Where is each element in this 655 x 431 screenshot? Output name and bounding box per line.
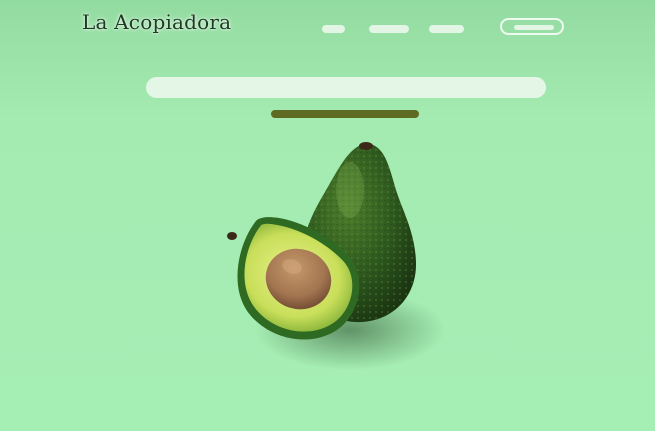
search-input[interactable] bbox=[146, 77, 546, 98]
nav-item-3[interactable] bbox=[429, 25, 464, 33]
nav-button-label bbox=[514, 25, 554, 30]
landing-page: La Acopiadora bbox=[0, 0, 655, 431]
nav-outline-button[interactable] bbox=[500, 18, 564, 35]
avocado-image bbox=[227, 142, 445, 370]
nav-item-2[interactable] bbox=[369, 25, 409, 33]
nav-item-1[interactable] bbox=[322, 25, 345, 33]
brand-logo[interactable]: La Acopiadora bbox=[82, 10, 231, 34]
cta-button[interactable] bbox=[271, 110, 419, 118]
